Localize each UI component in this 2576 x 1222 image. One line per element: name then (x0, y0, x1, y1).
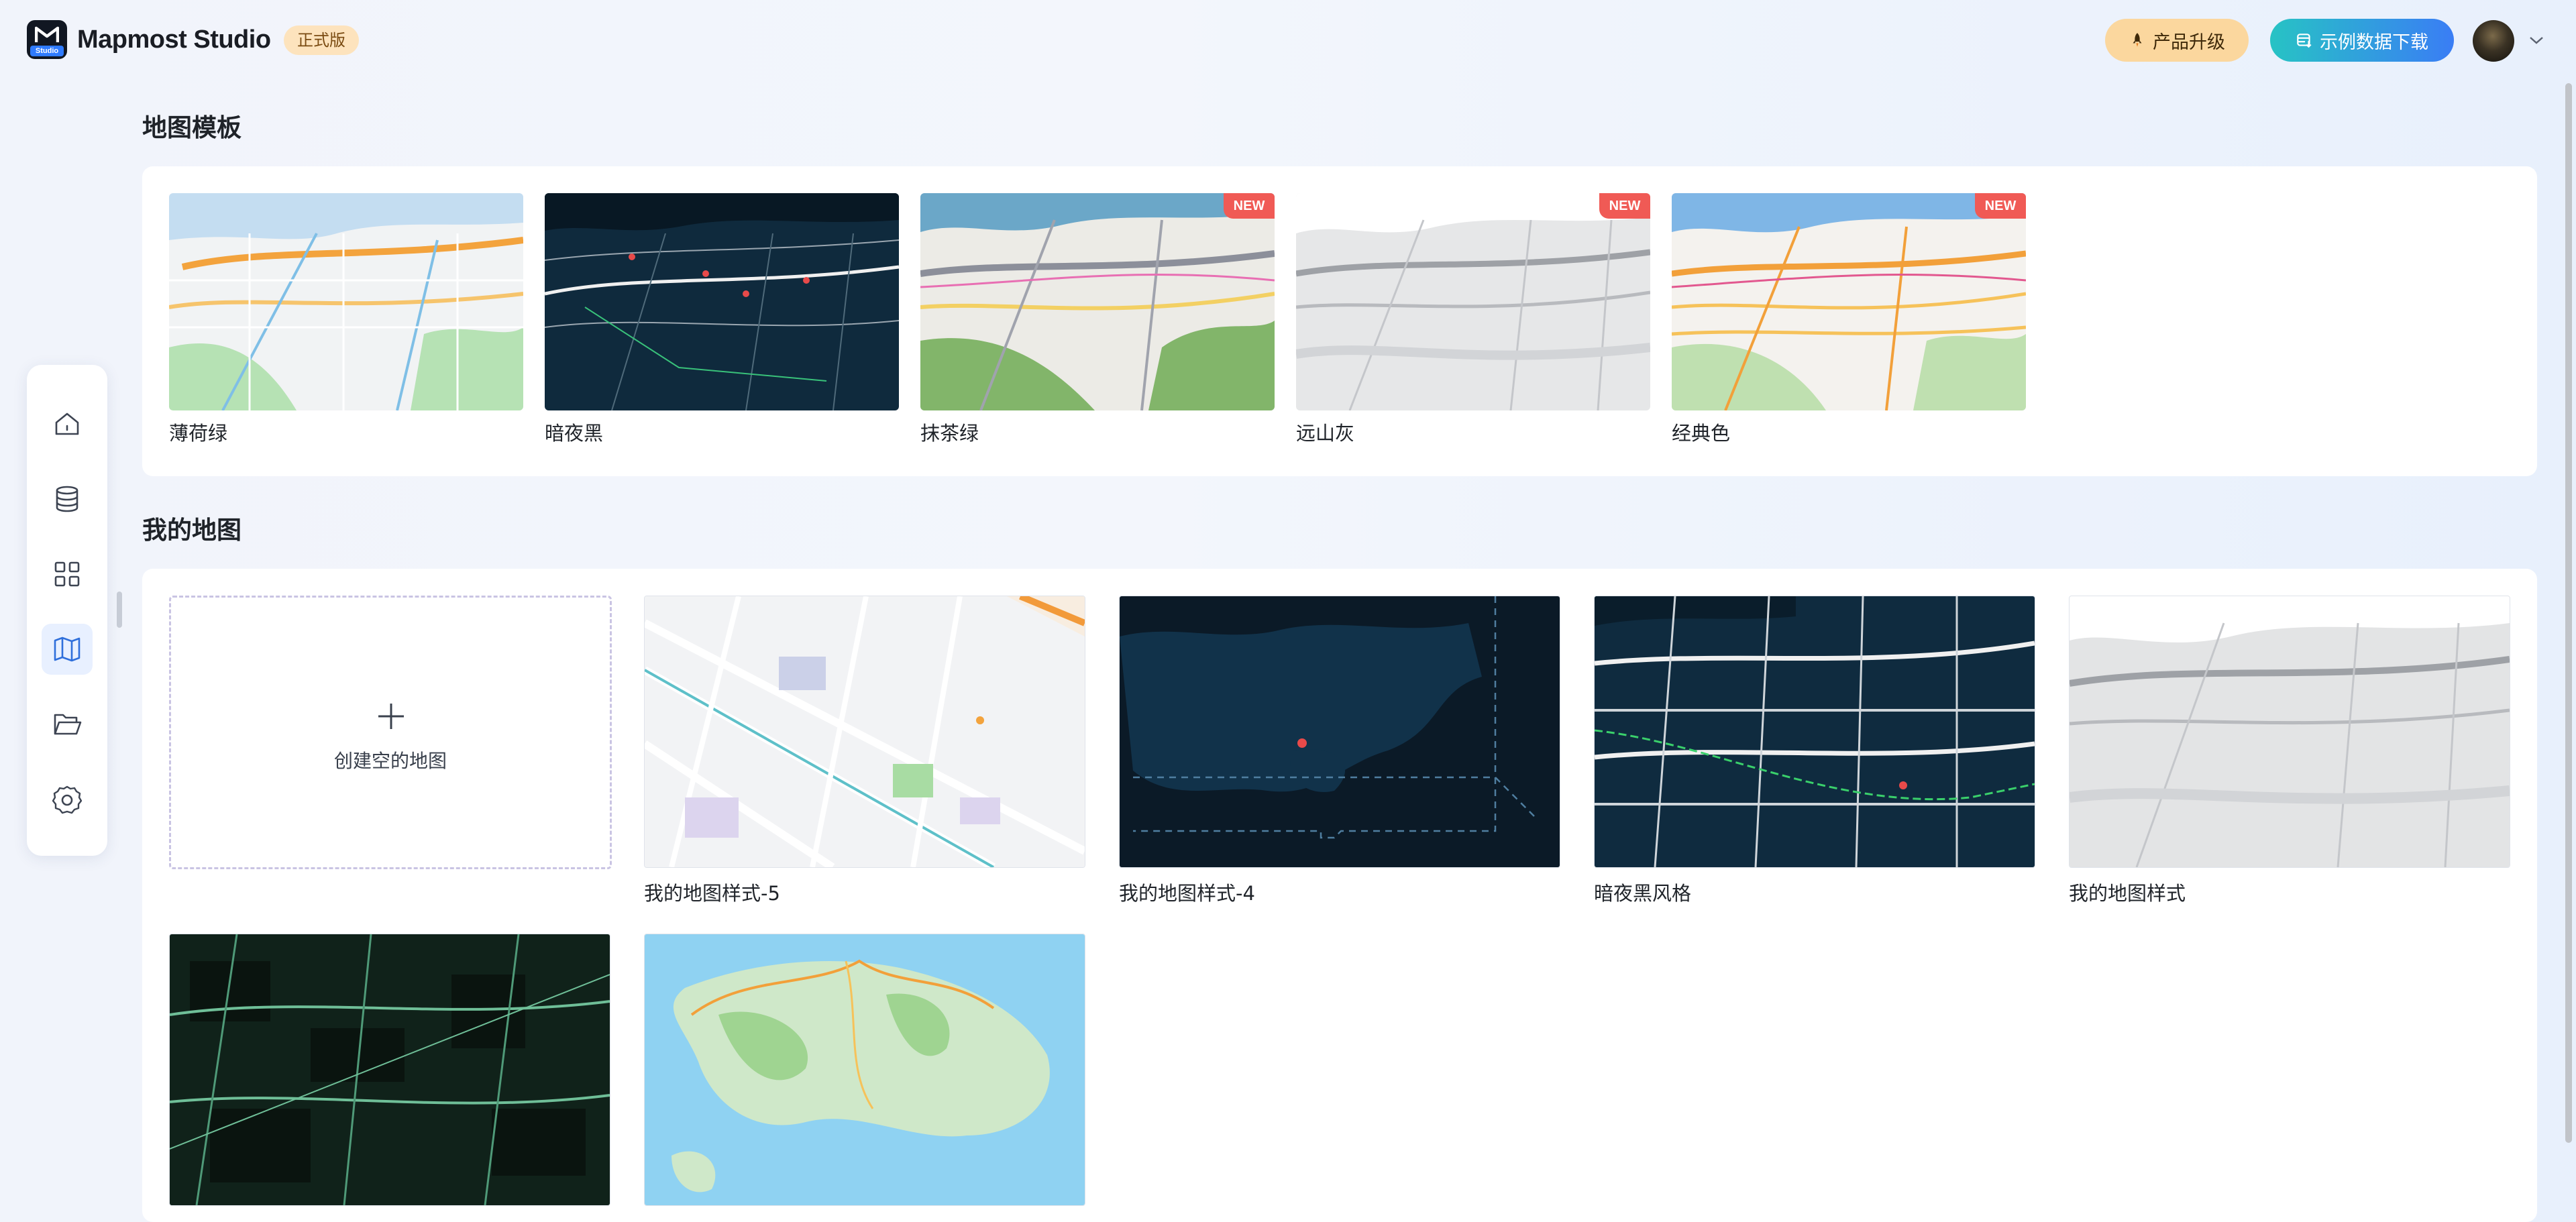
my-map-label: 我的地图样式 (2069, 882, 2186, 905)
chevron-down-icon[interactable] (2528, 34, 2545, 47)
database-icon (56, 486, 78, 512)
logo-badge: Studio (30, 46, 64, 56)
new-badge: NEW (1599, 193, 1650, 219)
sidebar-item-maps[interactable] (42, 624, 93, 675)
template-label: 抹茶绿 (920, 422, 979, 445)
my-map-card[interactable]: 我的地图样式 (2069, 596, 2510, 905)
my-map-label: 我的地图样式-4 (1119, 882, 1255, 905)
map-thumbnail (1119, 596, 1560, 868)
templates-section-title: 地图模板 (142, 113, 241, 142)
my-map-card[interactable]: 我的地图样式-4 (1119, 596, 1560, 905)
upgrade-label: 产品升级 (2153, 32, 2225, 53)
template-label: 薄荷绿 (169, 422, 228, 445)
logo-m-icon (35, 26, 59, 42)
sample-data-download-button[interactable]: 示例数据下载 (2270, 19, 2454, 62)
template-thumbnail: NEW (1672, 193, 2026, 410)
my-map-label: 暗夜黑风格 (1594, 882, 1692, 905)
template-card-classic[interactable]: NEW 经典色 (1672, 193, 2026, 445)
sidebar-item-home[interactable] (42, 398, 93, 449)
sidebar-item-files[interactable] (42, 699, 93, 750)
top-bar: Studio Mapmost Studio 正式版 产品升级 示例数据下载 (0, 0, 2576, 79)
template-thumbnail: NEW (920, 193, 1275, 410)
my-map-card[interactable]: 暗夜黑风格 (1594, 596, 2035, 905)
template-card-gray[interactable]: NEW 远山灰 (1296, 193, 1650, 445)
database-download-icon (2297, 34, 2312, 48)
home-icon (55, 412, 79, 435)
sidebar (27, 365, 107, 856)
map-thumbnail (2069, 596, 2510, 868)
plus-icon (378, 704, 404, 729)
template-thumbnail (169, 193, 523, 410)
gear-icon (52, 785, 83, 814)
template-card-matcha[interactable]: NEW 抹茶绿 (920, 193, 1275, 445)
template-thumbnail: NEW (1296, 193, 1650, 410)
create-map-label: 创建空的地图 (333, 750, 447, 772)
my-map-label: 我的地图样式-5 (644, 882, 780, 905)
sidebar-item-settings[interactable] (42, 774, 93, 825)
map-thumbnail (1594, 596, 2035, 868)
template-label: 暗夜黑 (545, 422, 604, 445)
template-card-dark[interactable]: 暗夜黑 (545, 193, 899, 445)
new-badge: NEW (1975, 193, 2026, 219)
my-map-card[interactable] (644, 934, 1085, 1219)
user-avatar[interactable] (2473, 20, 2514, 62)
my-map-card[interactable] (169, 934, 610, 1219)
my-maps-section-title: 我的地图 (142, 516, 241, 545)
create-map-card[interactable]: 创建空的地图 (169, 596, 612, 869)
folder-open-icon (54, 714, 82, 735)
download-label: 示例数据下载 (2320, 32, 2428, 53)
app-logo[interactable]: Studio (27, 20, 67, 59)
template-thumbnail (545, 193, 899, 410)
map-icon (54, 636, 80, 662)
my-map-card[interactable]: 我的地图样式-5 (644, 596, 1085, 905)
upgrade-button[interactable]: 产品升级 (2105, 19, 2249, 62)
map-thumbnail (169, 934, 610, 1206)
edition-badge: 正式版 (284, 25, 359, 55)
template-label: 远山灰 (1296, 422, 1355, 445)
rocket-icon (2133, 33, 2142, 47)
sidebar-item-data[interactable] (42, 474, 93, 524)
sidebar-collapse-handle[interactable] (117, 592, 122, 628)
grid-icon (54, 561, 80, 587)
map-thumbnail (644, 596, 1085, 868)
new-badge: NEW (1224, 193, 1275, 219)
app-title: Mapmost Studio (77, 25, 271, 54)
scrollbar-thumb[interactable] (2565, 83, 2572, 1143)
sidebar-item-apps[interactable] (42, 549, 93, 600)
template-label: 经典色 (1672, 422, 1731, 445)
map-thumbnail (644, 934, 1085, 1206)
template-card-mint[interactable]: 薄荷绿 (169, 193, 523, 445)
